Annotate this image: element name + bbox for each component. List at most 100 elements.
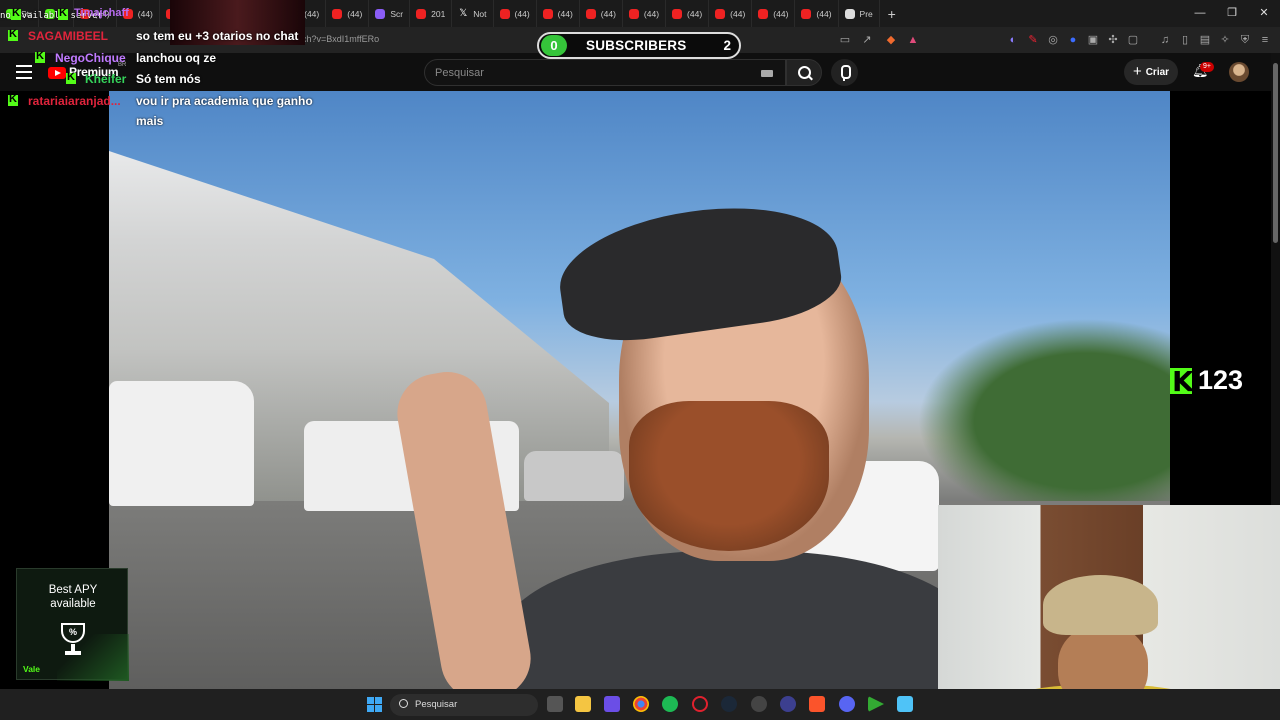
play-icon[interactable] (868, 696, 884, 712)
trophy-icon: % (59, 619, 87, 659)
search-button[interactable] (786, 59, 822, 86)
browser-tab[interactable]: 𝕏 Not (452, 0, 494, 27)
youtube-icon (715, 8, 726, 19)
browser-tab-label: (44) (514, 8, 530, 19)
kick-viewer-number: 123 (1198, 365, 1244, 395)
search-placeholder: Pesquisar (435, 67, 484, 79)
browser-tab-label: (44) (137, 8, 153, 19)
kick-viewer-count: 123 (1170, 365, 1244, 398)
ad-widget[interactable]: Best APY available % Vale (16, 568, 129, 681)
steam-icon[interactable] (721, 696, 737, 712)
voice-search-button[interactable] (831, 59, 858, 86)
notepad-icon[interactable] (897, 696, 913, 712)
cast-icon[interactable]: ▭ (838, 33, 852, 47)
leo-icon[interactable]: ✧ (1218, 33, 1232, 47)
extension-icon[interactable]: ● (1066, 33, 1080, 47)
brave-shield-icon[interactable]: ◆ (884, 33, 898, 47)
chrome-icon[interactable] (633, 696, 649, 712)
keyboard-icon[interactable] (761, 70, 773, 77)
browser-tab-label: Not (473, 8, 487, 19)
spotify-icon[interactable] (662, 696, 678, 712)
browser-tab-label: Pre (859, 8, 873, 19)
file-explorer-icon[interactable] (575, 696, 591, 712)
subscribers-start-count: 0 (541, 35, 567, 56)
chat-username: SAGAMIBEEL (28, 29, 109, 43)
ad-brand: Vale (23, 664, 41, 674)
browser-tab[interactable]: (44) (623, 0, 667, 27)
chat-username: Timajchaff (74, 7, 129, 19)
webcam-feed (938, 505, 1280, 720)
browser-tab[interactable]: (44) (494, 0, 537, 27)
browser-tab[interactable]: (44) (752, 0, 796, 27)
browser-tab-label: (44) (600, 8, 616, 19)
browser-tab[interactable]: Pre (839, 0, 880, 27)
extension-icon[interactable]: ✎ (1026, 33, 1040, 47)
share-icon[interactable]: ↗ (860, 33, 874, 47)
ad-title-line: available (50, 598, 96, 610)
maximize-icon[interactable]: ❐ (1216, 0, 1248, 27)
browser-tab-label: Scr (390, 8, 404, 19)
extension-icon[interactable]: ▣ (1086, 33, 1100, 47)
browser-tab-label: (44) (643, 8, 660, 19)
youtube-icon (332, 8, 343, 19)
discord-icon[interactable] (839, 696, 855, 712)
browser-tab[interactable]: (44) (709, 0, 753, 27)
kick-badge-icon (66, 71, 76, 84)
windows-taskbar: Pesquisar (0, 689, 1280, 720)
chat-username: Kheifer (85, 72, 127, 86)
create-label: Criar (1145, 66, 1170, 78)
chat-message: lanchou oq ze (136, 51, 217, 65)
browser-tab-label: (44) (773, 8, 789, 19)
search-input[interactable]: Pesquisar (424, 59, 786, 86)
hamburger-menu-icon[interactable] (16, 65, 32, 79)
menu-icon[interactable]: ≡ (1258, 33, 1272, 47)
create-button[interactable]: + Criar (1124, 59, 1178, 85)
kick-badge-icon (35, 50, 45, 63)
browser-tab[interactable]: 201 (410, 0, 453, 27)
brave-icon[interactable] (809, 696, 825, 712)
app-icon[interactable] (751, 696, 767, 712)
game-icon (416, 8, 427, 19)
wallet-icon[interactable]: ▤ (1198, 33, 1212, 47)
video-person-shirt (499, 551, 979, 689)
chat-message: vou ir pra academia que ganho (136, 94, 313, 108)
app-icon[interactable] (780, 696, 796, 712)
close-icon[interactable]: ✕ (1248, 0, 1280, 27)
chat-message: Só tem nós (136, 72, 201, 86)
windows-start-icon[interactable] (367, 697, 382, 712)
app-grid-icon[interactable] (604, 696, 620, 712)
music-icon[interactable]: ♫ (1158, 33, 1172, 47)
browser-tab[interactable]: (44) (666, 0, 710, 27)
chat-message: mais (136, 114, 164, 128)
subscribers-widget: 0 SUBSCRIBERS 2 (537, 32, 741, 59)
browser-tab[interactable]: (44) (795, 0, 839, 27)
youtube-icon (758, 8, 769, 19)
avatar[interactable] (1229, 62, 1249, 82)
new-tab-icon[interactable]: + (880, 6, 904, 22)
browser-tab[interactable]: (44) (537, 0, 580, 27)
sidebar-icon[interactable]: ▯ (1178, 33, 1192, 47)
youtube-icon (672, 8, 683, 19)
extension-icon[interactable]: ◐ (1006, 33, 1020, 47)
youtube-logo-icon[interactable] (48, 67, 66, 79)
subscribers-goal-count: 2 (723, 38, 731, 53)
opera-icon[interactable] (692, 696, 708, 712)
puzzle-icon[interactable]: ✣ (1106, 33, 1120, 47)
minimize-icon[interactable]: — (1184, 0, 1216, 27)
browser-tab[interactable]: Scr (369, 0, 411, 27)
browser-tab[interactable]: (44) (326, 0, 370, 27)
youtube-icon (542, 8, 553, 19)
browser-tab-label: (44) (687, 8, 703, 19)
vpn-icon[interactable]: ⛨ (1238, 33, 1252, 47)
address-url[interactable]: ch?v=BxdI1mffERo (302, 34, 379, 44)
kick-badge-icon (11, 7, 21, 20)
extension-icon[interactable]: ◎ (1046, 33, 1060, 47)
plus-icon: + (1132, 63, 1142, 80)
browser-tab-label: (44) (730, 8, 746, 19)
taskbar-search[interactable]: Pesquisar (390, 694, 538, 716)
screenshot-icon[interactable]: ▢ (1126, 33, 1140, 47)
kick-logo-icon (1170, 365, 1194, 398)
task-view-icon[interactable] (547, 696, 563, 712)
browser-tab[interactable]: (44) (580, 0, 623, 27)
rewards-icon[interactable]: ▲ (906, 33, 920, 47)
